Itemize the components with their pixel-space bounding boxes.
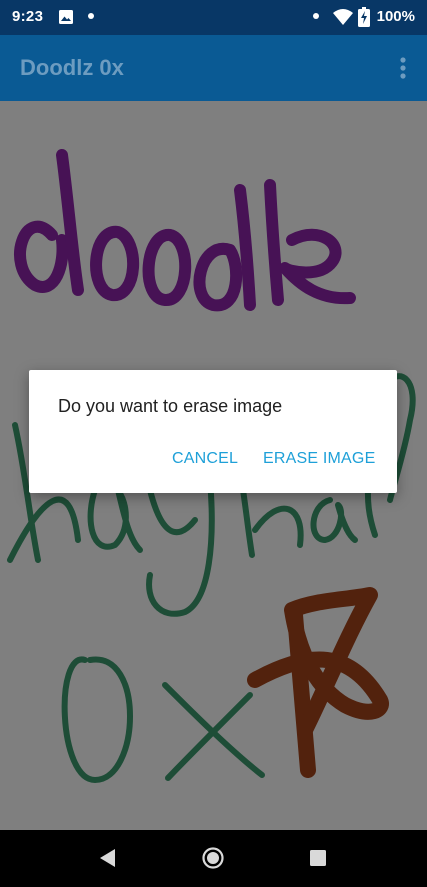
home-icon[interactable] — [201, 846, 225, 870]
dot-icon — [88, 13, 94, 19]
app-bar: Doodlz 0x — [0, 35, 427, 101]
erase-image-button[interactable]: ERASE IMAGE — [263, 450, 375, 468]
back-icon[interactable] — [97, 847, 119, 869]
battery-charging-icon — [358, 7, 370, 27]
status-time: 9:23 — [12, 8, 44, 25]
app-title: Doodlz 0x — [20, 55, 124, 80]
more-vert-icon[interactable] — [391, 53, 415, 83]
status-bar: 9:23 100% — [0, 0, 427, 35]
battery-percentage: 100% — [376, 8, 415, 25]
erase-dialog: Do you want to erase image CANCEL ERASE … — [29, 370, 397, 493]
navigation-bar — [0, 830, 427, 887]
dot-icon — [313, 13, 319, 19]
image-notification-icon — [59, 10, 73, 24]
cancel-button[interactable]: CANCEL — [172, 450, 238, 468]
wifi-icon — [333, 9, 353, 25]
screen: 9:23 100% Doodlz 0x Do you want to erase… — [0, 0, 427, 887]
recents-icon[interactable] — [309, 849, 327, 867]
dialog-message: Do you want to erase image — [58, 396, 283, 416]
